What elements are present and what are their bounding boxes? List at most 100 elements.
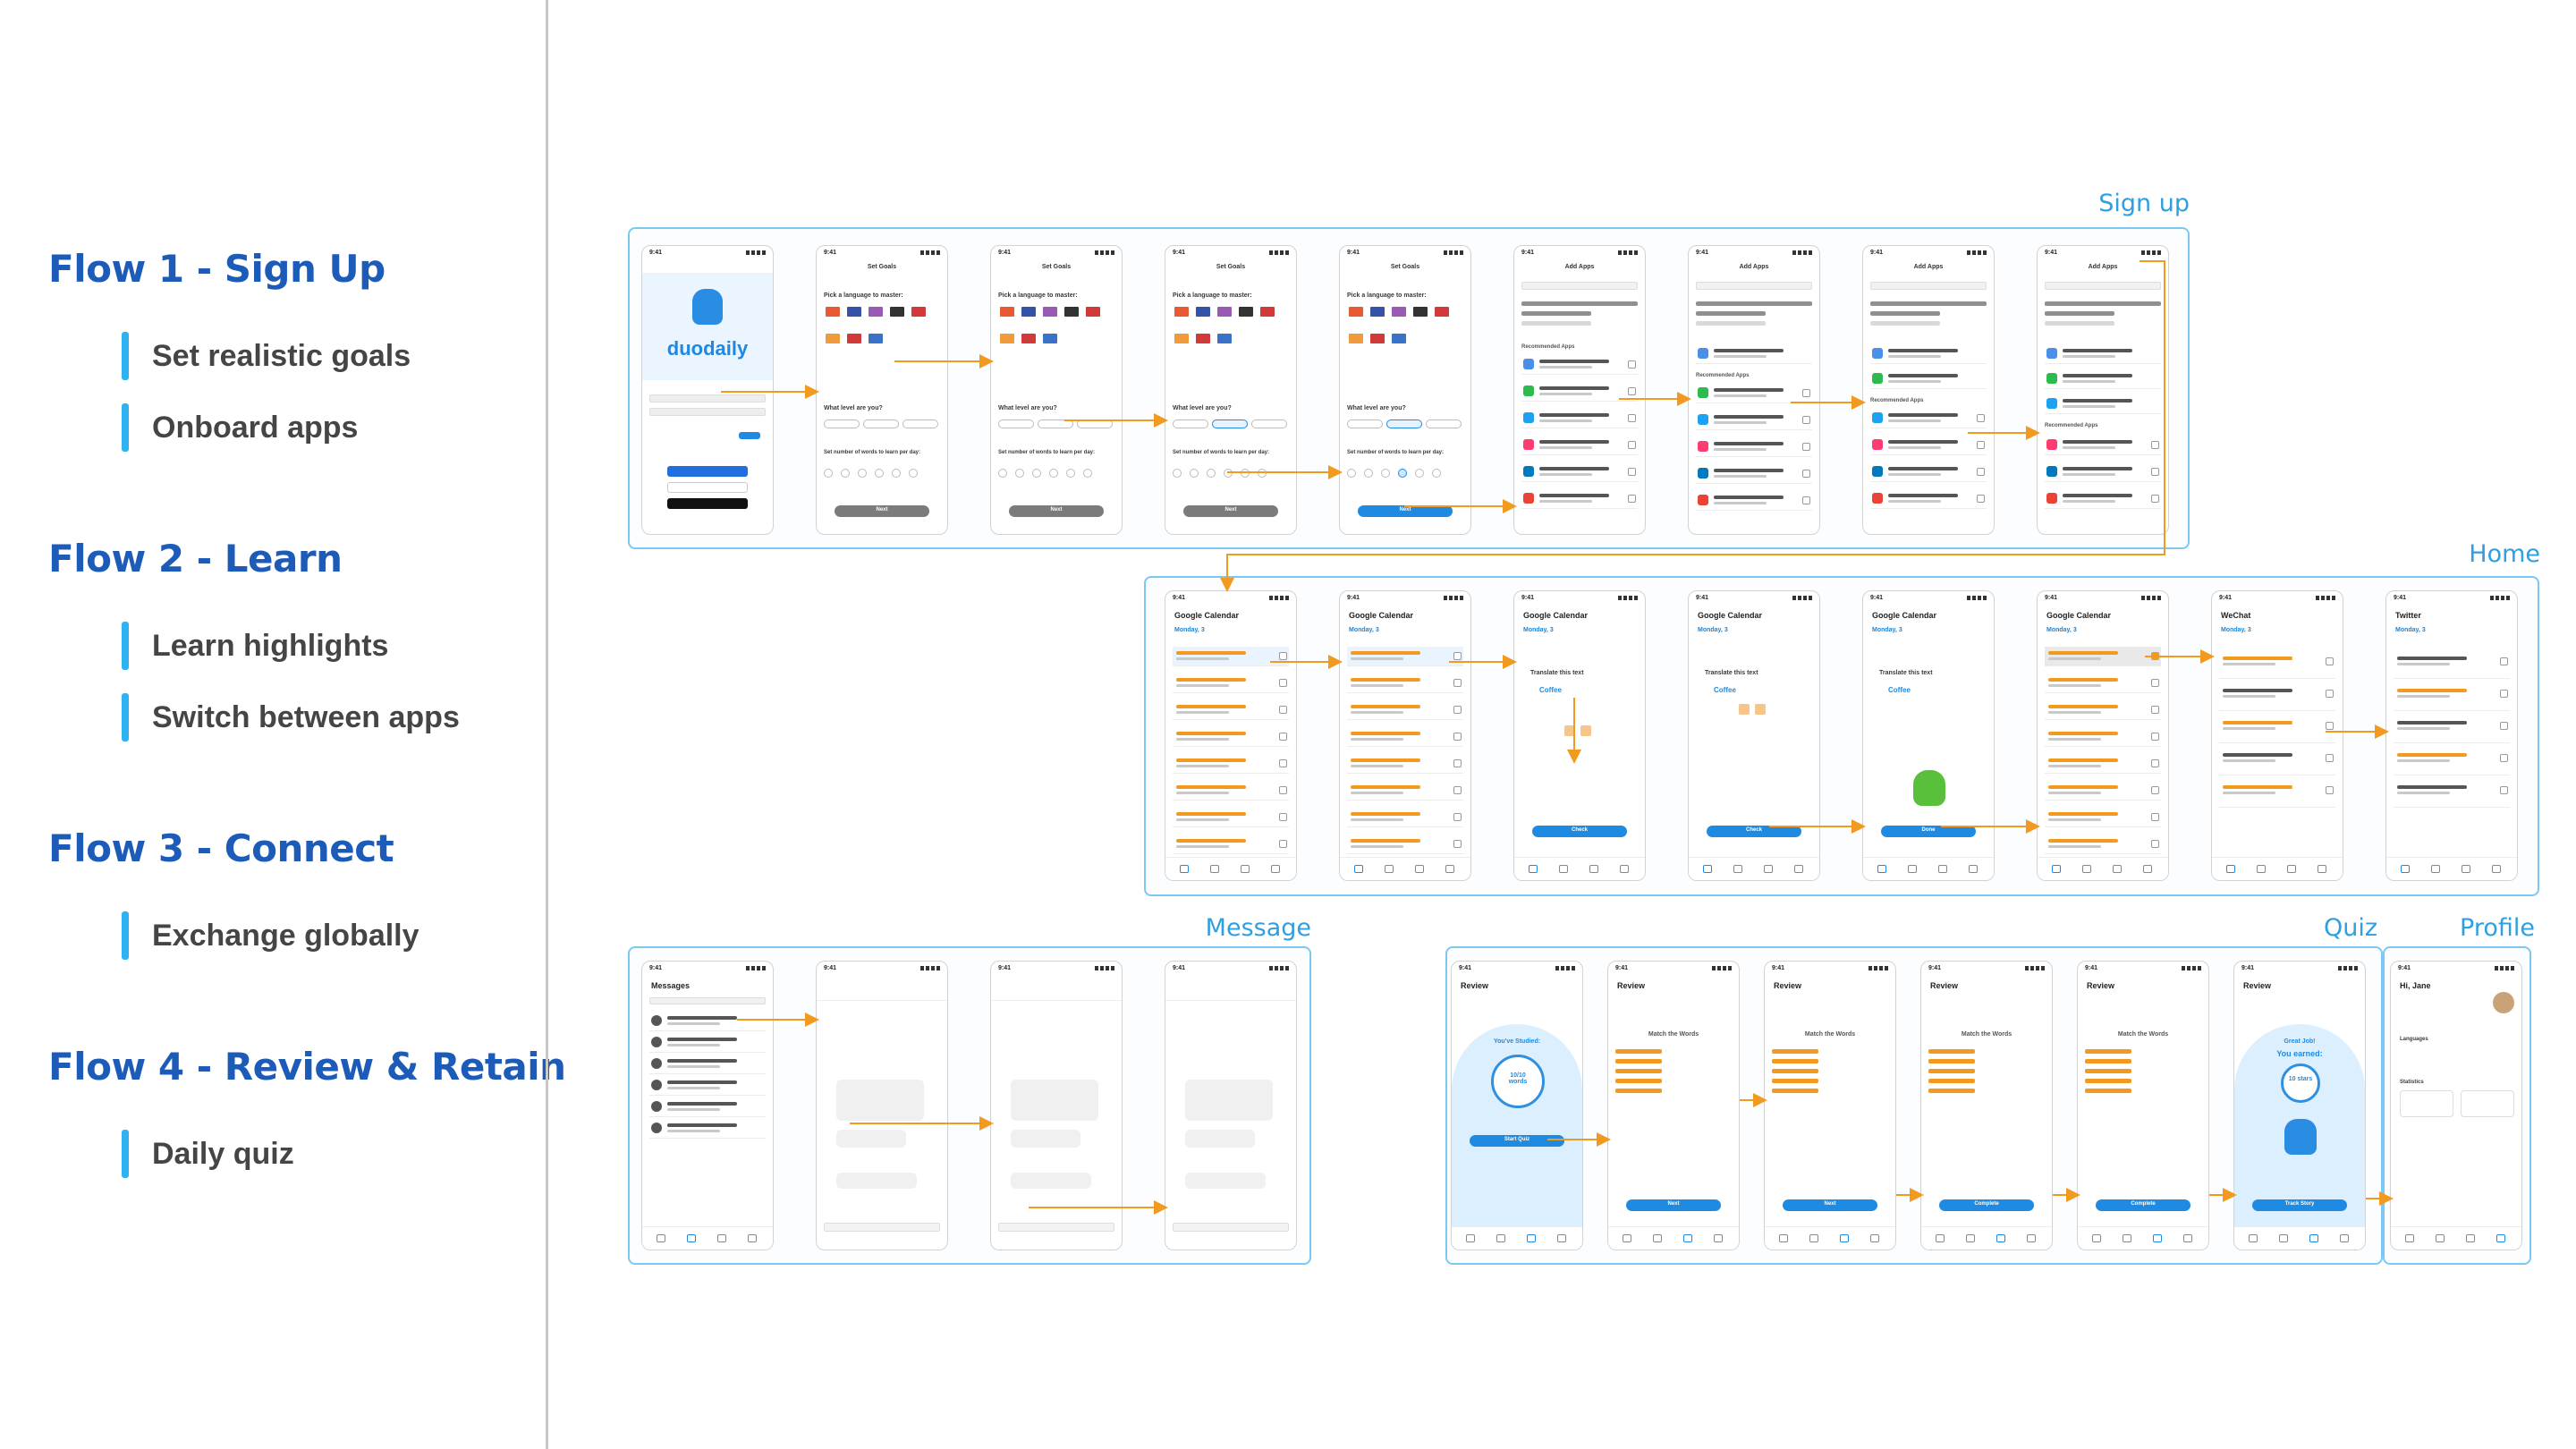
app-row[interactable] [2045, 462, 2161, 482]
event-row[interactable] [1347, 647, 1463, 666]
screen-add-apps-4[interactable]: 9:41 Add Apps Recommended Apps [2037, 245, 2169, 535]
tab-bar[interactable] [1165, 857, 1296, 880]
screen-match-1[interactable]: 9:41 Review Match the Words Next [1607, 961, 1740, 1250]
review-tab-icon[interactable] [1241, 865, 1250, 873]
profile-tab-icon[interactable] [1557, 1234, 1566, 1242]
profile-tab-icon[interactable] [1714, 1234, 1723, 1242]
match-left-column[interactable] [1772, 1049, 1888, 1098]
words-selector[interactable] [1347, 466, 1463, 478]
event-row[interactable] [2045, 727, 2161, 747]
home-tab-icon[interactable] [2052, 865, 2061, 873]
tab-bar[interactable] [1514, 857, 1645, 880]
review-tab-icon[interactable] [2309, 1234, 2318, 1242]
app-row[interactable] [1870, 462, 1987, 482]
event-row-done[interactable] [2045, 647, 2161, 666]
level-chip[interactable] [1077, 419, 1113, 428]
review-tab-icon[interactable] [2287, 865, 2296, 873]
app-row[interactable] [2045, 489, 2161, 509]
screen-home-calendar-2[interactable]: 9:41 Google Calendar Monday, 3 [1339, 590, 1471, 881]
home-tab-icon[interactable] [1936, 1234, 1945, 1242]
profile-tab-icon[interactable] [1794, 865, 1803, 873]
word-tile[interactable] [1739, 704, 1750, 715]
event-row[interactable] [2045, 754, 2161, 774]
event-row[interactable] [1173, 727, 1289, 747]
language-grid[interactable] [826, 307, 938, 360]
chat-tab-icon[interactable] [1653, 1234, 1662, 1242]
home-tab-icon[interactable] [1466, 1234, 1475, 1242]
message-row[interactable] [2219, 749, 2335, 775]
review-tab-icon[interactable] [717, 1234, 726, 1242]
chat-bubble-received[interactable] [1011, 1080, 1098, 1121]
tweet-row[interactable] [2394, 652, 2510, 679]
word-tile[interactable] [1580, 725, 1591, 736]
match-left-column[interactable] [1615, 1049, 1732, 1098]
chat-tab-icon[interactable] [1908, 865, 1917, 873]
screen-messages-list[interactable]: 9:41 Messages [641, 961, 774, 1250]
search-field[interactable] [2045, 282, 2161, 295]
profile-tab-icon[interactable] [2027, 1234, 2036, 1242]
chat-tab-icon[interactable] [1966, 1234, 1975, 1242]
screen-translate-2[interactable]: 9:41 Google Calendar Monday, 3 Translate… [1688, 590, 1820, 881]
chat-tab-icon[interactable] [2436, 1234, 2445, 1242]
next-button[interactable]: Next [1626, 1199, 1721, 1211]
complete-button[interactable]: Complete [2096, 1199, 2190, 1211]
chat-bubble-received[interactable] [1011, 1173, 1091, 1189]
chat-bubble-received[interactable] [1185, 1080, 1273, 1121]
event-row[interactable] [1173, 835, 1289, 854]
next-button[interactable]: Next [835, 505, 929, 517]
screen-set-goals-1[interactable]: 9:41 Set Goals Pick a language to master… [816, 245, 948, 535]
app-row[interactable] [1521, 355, 1638, 375]
home-tab-icon[interactable] [1623, 1234, 1631, 1242]
profile-tab-icon[interactable] [1620, 865, 1629, 873]
screen-home-wechat[interactable]: 9:41 WeChat Monday, 3 [2211, 590, 2343, 881]
review-tab-icon[interactable] [1589, 865, 1598, 873]
words-selector[interactable] [824, 466, 940, 478]
chat-bubble-received[interactable] [836, 1080, 924, 1121]
home-tab-icon[interactable] [1354, 865, 1363, 873]
event-row[interactable] [1173, 700, 1289, 720]
profile-tab-icon[interactable] [1969, 865, 1978, 873]
search-field[interactable] [649, 997, 766, 1010]
app-row[interactable] [2045, 436, 2161, 455]
event-row[interactable] [2045, 700, 2161, 720]
google-login-button[interactable] [667, 482, 748, 493]
word-tile[interactable] [1564, 725, 1575, 736]
app-row[interactable] [1696, 384, 1812, 403]
app-row[interactable] [1870, 409, 1987, 428]
home-tab-icon[interactable] [2405, 1234, 2414, 1242]
profile-tab-icon[interactable] [2318, 865, 2326, 873]
screen-chat-2[interactable]: 9:41 [990, 961, 1123, 1250]
event-row[interactable] [1347, 700, 1463, 720]
screen-home-calendar-3[interactable]: 9:41 Google Calendar Monday, 3 [2037, 590, 2169, 881]
screen-set-goals-3[interactable]: 9:41 Set Goals Pick a language to master… [1165, 245, 1297, 535]
app-row-added[interactable] [1696, 344, 1812, 364]
event-row[interactable] [2045, 835, 2161, 854]
profile-tab-icon[interactable] [2143, 865, 2152, 873]
event-row[interactable] [1173, 781, 1289, 801]
chat-bubble-received[interactable] [1185, 1173, 1266, 1189]
home-tab-icon[interactable] [1703, 865, 1712, 873]
language-grid[interactable] [1174, 307, 1287, 360]
message-row[interactable] [2219, 781, 2335, 808]
apple-login-button[interactable] [667, 498, 748, 509]
app-row-added[interactable] [1870, 369, 1987, 389]
tweet-row[interactable] [2394, 749, 2510, 775]
review-tab-icon[interactable] [1527, 1234, 1536, 1242]
done-button[interactable]: Done [1881, 826, 1976, 837]
review-tab-icon[interactable] [2113, 865, 2122, 873]
app-row[interactable] [1696, 464, 1812, 484]
screen-add-apps-2[interactable]: 9:41 Add Apps Recommended Apps [1688, 245, 1820, 535]
message-row[interactable] [2219, 716, 2335, 743]
app-row[interactable] [1521, 382, 1638, 402]
chat-tab-icon[interactable] [687, 1234, 696, 1242]
screen-match-2[interactable]: 9:41 Review Match the Words Next [1764, 961, 1896, 1250]
level-chip-selected[interactable] [1386, 419, 1422, 428]
chat-row[interactable] [649, 1033, 766, 1053]
start-quiz-button[interactable]: Start Quiz [1470, 1135, 1564, 1147]
chat-bubble-received[interactable] [1185, 1130, 1255, 1148]
match-left-column[interactable] [2085, 1049, 2201, 1098]
tab-bar[interactable] [1921, 1226, 2052, 1250]
home-tab-icon[interactable] [1779, 1234, 1788, 1242]
event-row[interactable] [1347, 674, 1463, 693]
review-tab-icon[interactable] [2462, 865, 2470, 873]
